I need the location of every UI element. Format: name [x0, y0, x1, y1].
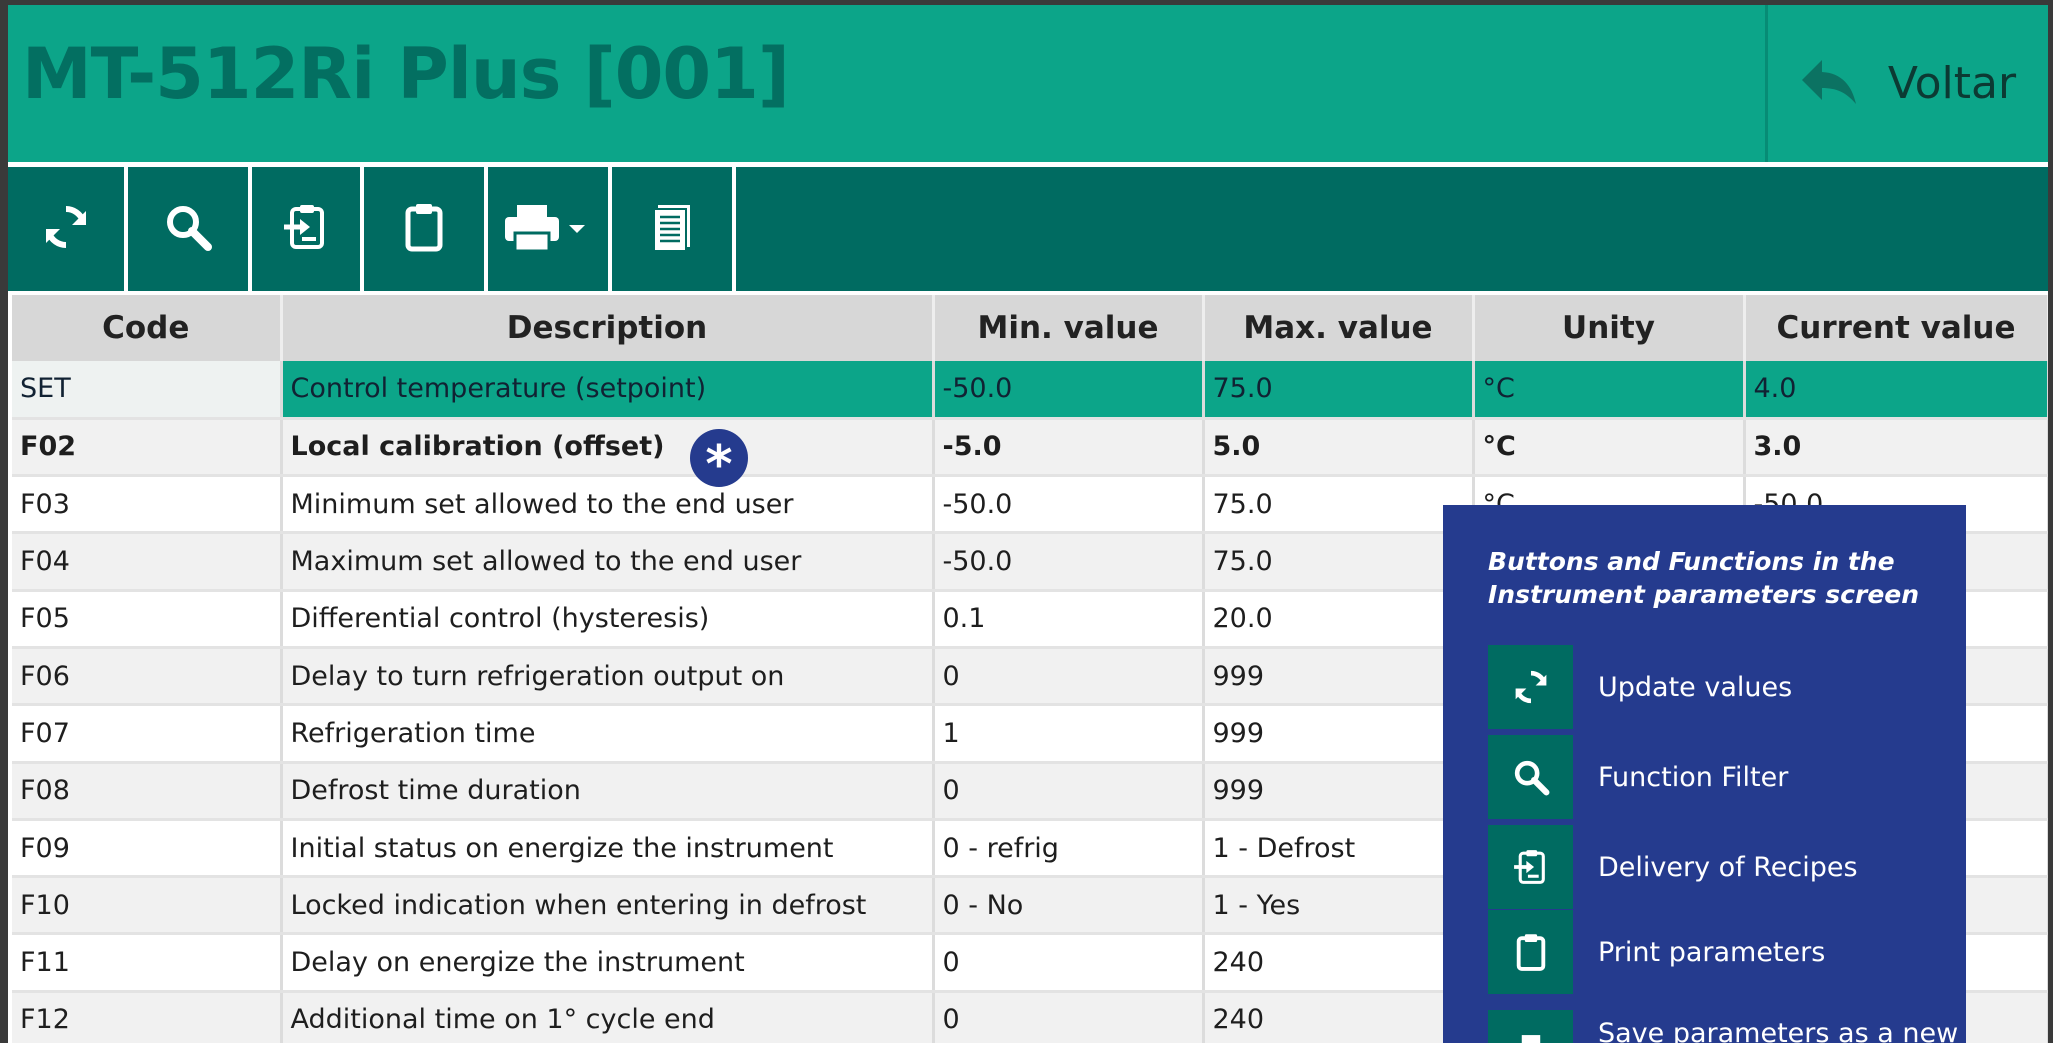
recipe-delivery-icon — [1488, 825, 1573, 909]
cell-description: Minimum set allowed to the end user — [281, 475, 935, 535]
cell-max-value: 5.0 — [1203, 418, 1475, 478]
cell-current-value[interactable]: 3.0 — [1744, 418, 2048, 478]
cell-max-value: 240 — [1203, 933, 1475, 993]
cell-unity: °C — [1473, 361, 1746, 420]
printer-dropdown-button[interactable] — [488, 167, 612, 291]
print-parameters-button[interactable] — [364, 167, 488, 291]
cell-max-value: 240 — [1203, 991, 1475, 1043]
help-item-delivery-of-recipes: Delivery of Recipes — [1488, 825, 1966, 909]
column-header-description[interactable]: Description — [281, 295, 935, 361]
cell-min-value: 0 — [933, 991, 1205, 1043]
cell-min-value: 0 — [933, 647, 1205, 707]
help-item-update-values: Update values — [1488, 645, 1966, 729]
column-header-unity[interactable]: Unity — [1473, 295, 1746, 361]
app-window: MT-512Ri Plus [001] Voltar Code Descript… — [8, 5, 2048, 1043]
cell-min-value: 0 — [933, 762, 1205, 821]
cell-description: Delay on energize the instrument — [281, 933, 935, 993]
cell-code: F12 — [12, 991, 283, 1043]
refresh-icon — [1488, 645, 1573, 729]
help-item-label: Update values — [1598, 671, 1793, 703]
document-list-button[interactable] — [612, 167, 736, 291]
cell-max-value: 999 — [1203, 762, 1475, 821]
column-header-max-value[interactable]: Max. value — [1203, 295, 1475, 361]
cell-description: Local calibration (offset) — [281, 418, 935, 478]
cell-code: F05 — [12, 590, 283, 649]
cell-max-value: 1 - Yes — [1203, 876, 1475, 936]
help-item-label: Function Filter — [1598, 761, 1789, 793]
cell-max-value: 999 — [1203, 704, 1475, 764]
cell-min-value: 0 - refrig — [933, 819, 1205, 879]
cell-code: F11 — [12, 933, 283, 993]
back-button[interactable]: Voltar — [1765, 5, 2048, 162]
column-header-min-value[interactable]: Min. value — [933, 295, 1205, 361]
page-title: MT-512Ri Plus [001] — [22, 33, 790, 115]
cell-description: Defrost time duration — [281, 762, 935, 821]
cell-unity: °C — [1473, 418, 1746, 478]
asterisk-marker: * — [690, 429, 748, 495]
refresh-button[interactable] — [8, 167, 128, 291]
toolbar — [8, 167, 2048, 291]
cell-min-value: -50.0 — [933, 361, 1205, 420]
cell-description: Locked indication when entering in defro… — [281, 876, 935, 936]
help-item-label: Save parameters as a new — [1598, 1018, 1959, 1043]
clipboard-icon — [1488, 910, 1573, 994]
cell-max-value: 20.0 — [1203, 590, 1475, 649]
table-row[interactable]: SET Control temperature (setpoint) -50.0… — [12, 361, 2048, 420]
cell-code: F03 — [12, 475, 283, 535]
cell-min-value: 0.1 — [933, 590, 1205, 649]
column-header-current-value[interactable]: Current value — [1744, 295, 2048, 361]
cell-min-value: 0 — [933, 933, 1205, 993]
cell-code: SET — [12, 361, 283, 420]
cell-code: F10 — [12, 876, 283, 936]
help-item-print-parameters: Print parameters — [1488, 910, 1966, 994]
cell-current-value[interactable]: 4.0 — [1744, 361, 2048, 420]
help-item-label: Print parameters — [1598, 936, 1826, 968]
column-header-code[interactable]: Code — [12, 295, 283, 361]
search-icon — [1488, 735, 1573, 819]
printer-icon — [1488, 1010, 1573, 1043]
help-item-label: Delivery of Recipes — [1598, 851, 1858, 883]
refresh-icon — [40, 201, 92, 258]
cell-description: Delay to turn refrigeration output on — [281, 647, 935, 707]
cell-min-value: -50.0 — [933, 532, 1205, 592]
cell-max-value: 999 — [1203, 647, 1475, 707]
reply-arrow-icon — [1800, 56, 1858, 111]
cell-code: F07 — [12, 704, 283, 764]
cell-max-value: 75.0 — [1203, 532, 1475, 592]
back-button-label: Voltar — [1887, 58, 2017, 109]
cell-description: Maximum set allowed to the end user — [281, 532, 935, 592]
document-list-icon — [646, 201, 698, 258]
cell-max-value: 1 - Defrost — [1203, 819, 1475, 879]
cell-min-value: -5.0 — [933, 418, 1205, 478]
recipe-delivery-icon — [280, 201, 332, 258]
filter-button[interactable] — [128, 167, 252, 291]
table-header-row: Code Description Min. value Max. value U… — [12, 295, 2048, 361]
help-item-save-parameters: Save parameters as a new — [1488, 1010, 1966, 1043]
cell-min-value: 0 - No — [933, 876, 1205, 936]
cell-code: F02 — [12, 418, 283, 478]
table-row[interactable]: F02 Local calibration (offset) -5.0 5.0 … — [12, 418, 2048, 478]
cell-description: Differential control (hysteresis) — [281, 590, 935, 649]
cell-description: Control temperature (setpoint) — [281, 361, 935, 420]
help-panel-title: Buttons and Functions in the Instrument … — [1488, 547, 1920, 609]
cell-max-value: 75.0 — [1203, 475, 1475, 535]
cell-code: F09 — [12, 819, 283, 879]
header-bar: MT-512Ri Plus [001] Voltar — [8, 5, 2048, 162]
help-panel: Buttons and Functions in the Instrument … — [1443, 505, 1966, 1043]
cell-max-value: 75.0 — [1203, 361, 1475, 420]
cell-description: Additional time on 1° cycle end — [281, 991, 935, 1043]
cell-description: Refrigeration time — [281, 704, 935, 764]
cell-code: F06 — [12, 647, 283, 707]
cell-min-value: -50.0 — [933, 475, 1205, 535]
cell-code: F08 — [12, 762, 283, 821]
cell-min-value: 1 — [933, 704, 1205, 764]
cell-code: F04 — [12, 532, 283, 592]
clipboard-icon — [398, 201, 450, 258]
search-icon — [162, 201, 214, 258]
help-item-function-filter: Function Filter — [1488, 735, 1966, 819]
cell-description: Initial status on energize the instrumen… — [281, 819, 935, 879]
printer-dropdown-icon — [503, 201, 593, 258]
recipe-delivery-button[interactable] — [252, 167, 364, 291]
